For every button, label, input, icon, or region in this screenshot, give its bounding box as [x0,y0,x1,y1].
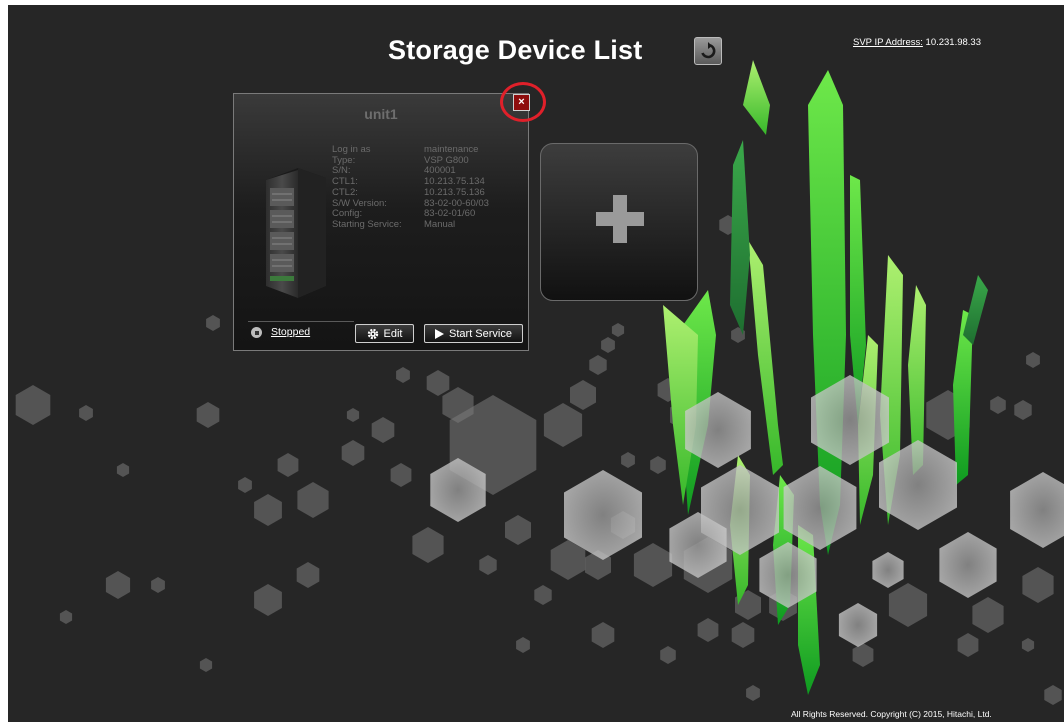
refresh-icon [701,42,716,59]
play-icon [435,328,445,339]
hexagon [990,396,1006,414]
device-info: Log in as maintenance Type: VSP G800 S/N: 400… [332,144,489,231]
hexagon [939,532,997,598]
page-title: Storage Device List [388,35,643,65]
hexagon [238,477,252,493]
hexagon [199,658,213,672]
hexagon [534,585,552,605]
hexagon [296,562,320,588]
hexagon [697,618,719,642]
hexagon [601,337,615,353]
hexagon [254,494,282,526]
info-row: CTL2: 10.213.75.136 [332,186,489,199]
hexagon [633,543,673,587]
hexagon [611,323,625,337]
add-device-button[interactable] [540,143,698,301]
hexagon [396,367,410,383]
hexagon [731,622,755,648]
gear-icon [367,328,378,339]
close-icon: × [518,96,525,108]
hexagon [570,380,596,410]
hexagon [1010,472,1064,548]
hexagon [660,646,676,664]
hexagon [888,583,928,627]
hexagon [59,610,73,624]
crystal [730,140,750,335]
hexagon [15,385,51,425]
edit-button[interactable]: Edit [355,324,414,343]
hexagon [972,597,1004,633]
device-card-unit1: unit1 × Log in as maintenance Type: VSP … [233,82,546,351]
svp-ip-address: SVP IP Address: 10.231.98.33 [853,37,981,48]
hexagon [151,577,165,593]
hexagon [105,571,131,599]
svp-ip-address-link[interactable]: SVP IP Address: [853,37,923,48]
copyright-text: All Rights Reserved. Copyright (C) 2015,… [791,709,992,719]
hexagon [196,402,220,428]
hexagon [650,456,666,474]
crystal [748,240,783,475]
hexagon [783,466,857,550]
hexagon [957,633,979,657]
crystal [963,275,988,345]
hexagon [516,637,530,653]
hexagon [116,463,130,477]
hexagon [746,685,760,701]
hexagon [1021,638,1035,652]
hexagon [277,453,299,477]
info-value: Manual [424,218,456,230]
hexagon [1022,567,1054,603]
close-button[interactable]: × [513,94,530,111]
hexagon [505,515,531,545]
hexagon [1026,352,1040,368]
hexagon [346,408,360,422]
hexagon [390,463,412,487]
storage-device-icon [266,168,326,298]
hexagon [254,584,282,616]
info-value: 10.213.75.136 [424,186,485,198]
background-artwork [15,60,1064,705]
hexagon [852,643,874,667]
hexagon [543,403,583,447]
hexagon [426,370,450,396]
start-service-label: Start Service [449,327,512,340]
background-crystals [663,60,988,695]
device-name: unit1 [364,106,398,122]
info-row: Starting Service: Manual [332,218,489,231]
info-label: Starting Service: [332,218,402,230]
divider [248,321,354,322]
hexagon [1044,685,1062,705]
hexagon [412,527,444,563]
hexagon [838,603,878,647]
hexagon [206,315,220,331]
stopped-icon [251,327,262,338]
svp-ip-value: 10.231.98.33 [925,37,982,48]
info-row: Type: VSP G800 [332,155,489,167]
storage-device-list-screen: Storage Device List SVP IP Address: 10.2… [8,5,1064,722]
hexagon [371,417,395,443]
refresh-button[interactable] [694,37,722,65]
info-label: CTL2: [332,186,358,198]
hexagon [872,552,904,588]
hexagon [1014,400,1032,420]
crystal [743,60,770,135]
hexagon [341,440,365,466]
hexagon [621,452,635,468]
hexagon [591,622,615,648]
hexagon [79,405,93,421]
hexagon [297,482,329,518]
edit-label: Edit [383,327,403,340]
status-link[interactable]: Stopped [271,326,310,338]
start-service-button[interactable]: Start Service [424,324,523,343]
hexagon [479,555,497,575]
hexagon [589,355,607,375]
